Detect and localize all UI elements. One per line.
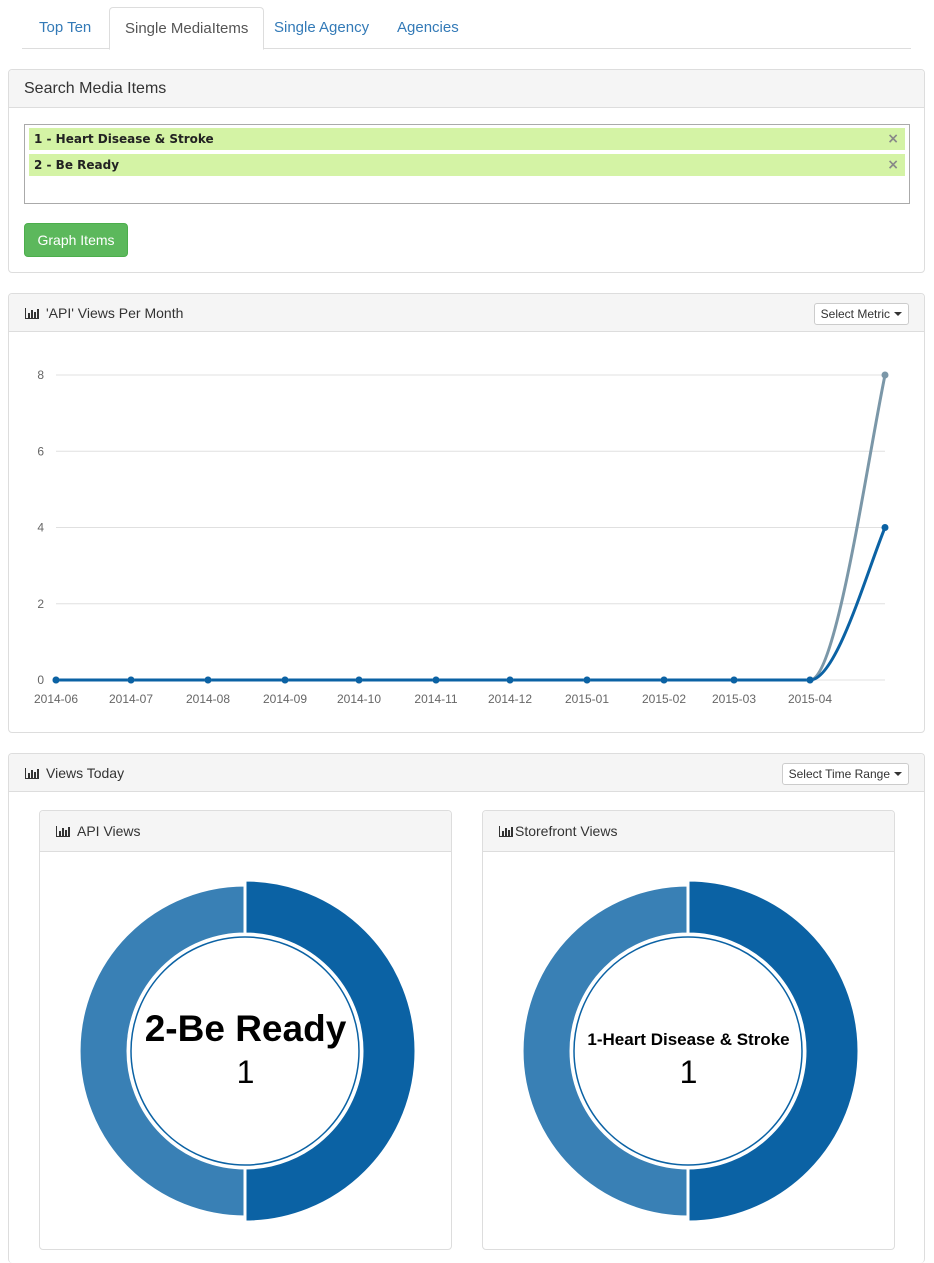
bar-chart-icon: [56, 826, 70, 837]
today-panel-heading: Views Today Select Time Range: [9, 754, 924, 792]
selected-item-chip: 2 - Be Ready ×: [29, 154, 905, 176]
data-point[interactable]: [127, 676, 135, 684]
data-point[interactable]: [432, 676, 440, 684]
data-point[interactable]: [730, 676, 738, 684]
select-metric-dropdown[interactable]: Select Metric: [813, 303, 909, 325]
storefront-views-donut: [520, 878, 861, 1224]
search-panel-title: Search Media Items: [9, 70, 924, 108]
donut-center-label: 1-Heart Disease & Stroke: [587, 1030, 790, 1049]
data-point[interactable]: [355, 676, 363, 684]
selected-item-label: 2 - Be Ready: [34, 158, 120, 172]
data-point[interactable]: [506, 676, 514, 684]
donut-slice[interactable]: [686, 878, 861, 1224]
views-per-month-panel: 'API' Views Per Month Select Metric 0 2 4 6…: [8, 293, 925, 733]
x-tick-label: 2014-07: [109, 692, 153, 706]
x-tick-label: 2015-04: [788, 692, 832, 706]
nav-tabs: Top Ten Single MediaItems Single Agency …: [22, 7, 911, 50]
data-point[interactable]: [204, 676, 212, 684]
select-time-range-label: Select Time Range: [788, 767, 890, 781]
views-panel-title: 'API' Views Per Month: [46, 305, 184, 321]
donut-center-value: 1: [679, 1054, 698, 1090]
today-panel-title: Views Today: [46, 765, 125, 781]
storefront-views-title: Storefront Views: [515, 823, 618, 839]
donut-slice[interactable]: [243, 878, 418, 1224]
donut-slice[interactable]: [520, 883, 690, 1219]
data-point[interactable]: [52, 676, 60, 684]
x-tick-label: 2014-09: [263, 692, 307, 706]
api-views-title: API Views: [77, 823, 141, 839]
tab-agencies[interactable]: Agencies: [382, 7, 474, 49]
media-item-select[interactable]: 1 - Heart Disease & Stroke × 2 - Be Read…: [24, 124, 910, 204]
views-today-panel: Views Today Select Time Range API Views …: [8, 753, 925, 1263]
x-tick-label: 2014-06: [34, 692, 78, 706]
data-point[interactable]: [806, 676, 814, 684]
views-panel-heading: 'API' Views Per Month Select Metric: [9, 294, 924, 332]
data-point[interactable]: [281, 676, 289, 684]
bar-chart-icon: [499, 826, 513, 837]
storefront-views-heading: Storefront Views: [483, 811, 894, 852]
tab-single-agency[interactable]: Single Agency: [259, 7, 384, 49]
select-time-range-dropdown[interactable]: Select Time Range: [781, 763, 909, 785]
api-views-donut: [77, 878, 418, 1224]
caret-down-icon: [894, 772, 902, 776]
y-tick-label: 2: [37, 597, 44, 611]
caret-down-icon: [894, 312, 902, 316]
donut-center-label: 2-Be Ready: [144, 1008, 347, 1049]
x-tick-label: 2015-01: [565, 692, 609, 706]
select-metric-label: Select Metric: [820, 307, 890, 321]
x-tick-label: 2015-02: [642, 692, 686, 706]
remove-icon[interactable]: ×: [887, 154, 899, 176]
y-tick-label: 0: [37, 673, 44, 687]
bar-chart-icon: [25, 308, 39, 319]
line-chart: 0 2 4 6 8 2014-06 2014-07 2014-08 2014-09 2014-10…: [34, 368, 889, 706]
x-tick-label: 2015-03: [712, 692, 756, 706]
selected-item-chip: 1 - Heart Disease & Stroke ×: [29, 128, 905, 150]
data-point[interactable]: [583, 676, 591, 684]
y-tick-label: 4: [37, 521, 44, 535]
tab-single-media-items[interactable]: Single MediaItems: [109, 7, 265, 50]
x-tick-label: 2014-08: [186, 692, 230, 706]
graph-items-button[interactable]: Graph Items: [24, 223, 128, 257]
search-media-panel: Search Media Items 1 - Heart Disease & S…: [8, 69, 925, 273]
remove-icon[interactable]: ×: [887, 128, 899, 150]
donut-inner-ring: [573, 936, 803, 1166]
bar-chart-icon: [25, 768, 39, 779]
api-views-panel: API Views 2-Be Ready 1: [39, 810, 452, 1250]
donut-slice[interactable]: [77, 883, 247, 1219]
x-tick-label: 2014-12: [488, 692, 532, 706]
selected-item-label: 1 - Heart Disease & Stroke: [34, 132, 214, 146]
donut-center-value: 1: [236, 1054, 255, 1090]
api-views-heading: API Views: [40, 811, 451, 852]
x-tick-label: 2014-11: [414, 692, 457, 706]
data-point[interactable]: [881, 371, 889, 379]
y-tick-label: 6: [37, 444, 44, 458]
storefront-views-panel: Storefront Views 1-Heart Disease & Strok…: [482, 810, 895, 1250]
data-point[interactable]: [660, 676, 668, 684]
x-tick-label: 2014-10: [337, 692, 381, 706]
donut-inner-ring: [130, 936, 360, 1166]
y-tick-label: 8: [37, 368, 44, 382]
tab-top-ten[interactable]: Top Ten: [24, 7, 106, 49]
data-point[interactable]: [881, 524, 889, 531]
